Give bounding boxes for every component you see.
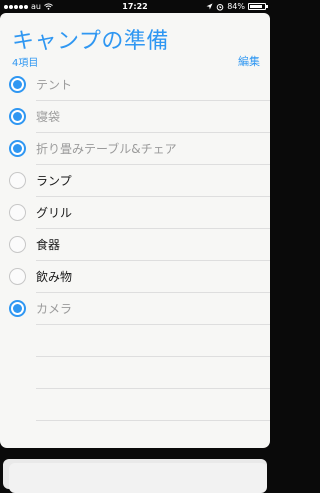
- checked-circle-icon[interactable]: [9, 76, 26, 93]
- next-list-card[interactable]: [3, 459, 267, 493]
- battery-icon: [248, 3, 268, 10]
- checked-circle-icon[interactable]: [9, 140, 26, 157]
- empty-row[interactable]: [0, 357, 270, 389]
- reminder-row[interactable]: カメラ: [0, 293, 270, 325]
- reminder-row[interactable]: 寝袋: [0, 101, 270, 133]
- item-count: 4項目: [12, 58, 39, 69]
- reminder-label[interactable]: グリル: [36, 205, 72, 221]
- reminders-list: テント寝袋折り畳みテーブル&チェア ランプグリル食器飲み物カメラ: [0, 69, 270, 448]
- unchecked-circle-icon[interactable]: [9, 204, 26, 221]
- list-title[interactable]: キャンプの準備: [12, 23, 169, 55]
- unchecked-circle-icon[interactable]: [9, 268, 26, 285]
- reminder-label[interactable]: ランプ: [36, 173, 72, 189]
- reminders-list-card: キャンプの準備 4項目 編集 テント寝袋折り畳みテーブル&チェア ランプグリル食器…: [0, 13, 270, 448]
- empty-row[interactable]: [0, 421, 270, 448]
- checked-circle-icon[interactable]: [9, 300, 26, 317]
- edit-button[interactable]: 編集: [238, 53, 260, 69]
- reminder-row[interactable]: テント: [0, 69, 270, 101]
- reminder-row[interactable]: グリル: [0, 197, 270, 229]
- status-right: 84%: [206, 0, 268, 13]
- checked-circle-icon[interactable]: [9, 108, 26, 125]
- reminder-label[interactable]: 飲み物: [36, 269, 72, 285]
- battery-level: [250, 5, 262, 8]
- reminder-label[interactable]: 食器: [36, 237, 60, 253]
- reminder-row[interactable]: 飲み物: [0, 261, 270, 293]
- unchecked-circle-icon[interactable]: [9, 172, 26, 189]
- reminder-row[interactable]: ランプ: [0, 165, 270, 197]
- next-list-card-inner: [9, 463, 267, 493]
- alarm-icon: [216, 3, 224, 11]
- battery-percent: 84%: [227, 2, 245, 11]
- unchecked-circle-icon[interactable]: [9, 236, 26, 253]
- reminder-row[interactable]: 折り畳みテーブル&チェア: [0, 133, 270, 165]
- reminder-label[interactable]: 寝袋: [36, 109, 60, 125]
- reminder-row[interactable]: 食器: [0, 229, 270, 261]
- empty-row[interactable]: [0, 325, 270, 357]
- reminder-label[interactable]: 折り畳みテーブル&チェア: [36, 141, 177, 157]
- reminder-label[interactable]: カメラ: [36, 301, 72, 317]
- status-bar: au 17:22 84%: [0, 0, 270, 13]
- empty-row[interactable]: [0, 389, 270, 421]
- reminder-label[interactable]: テント: [36, 77, 72, 93]
- location-icon: [206, 3, 213, 10]
